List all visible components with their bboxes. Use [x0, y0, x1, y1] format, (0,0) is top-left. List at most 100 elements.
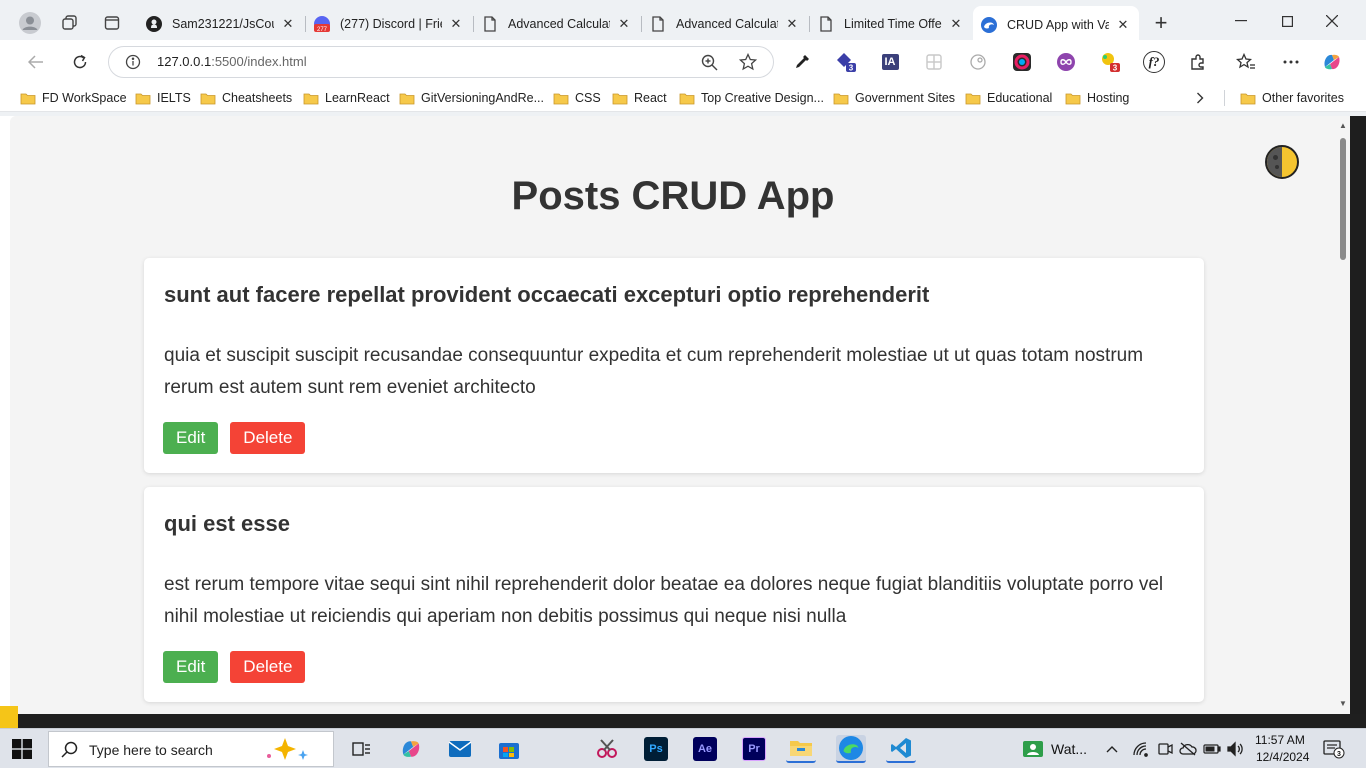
taskbar-search[interactable]: Type here to search — [48, 731, 334, 767]
network-icon[interactable] — [1130, 735, 1152, 763]
back-arrow-icon[interactable] — [22, 48, 50, 76]
delete-button[interactable]: Delete — [230, 651, 306, 683]
other-favorites[interactable]: Other favorites — [1240, 88, 1344, 108]
edit-button[interactable]: Edit — [163, 651, 219, 683]
page-icon — [482, 16, 498, 32]
window-close-icon[interactable] — [1319, 10, 1345, 32]
url-text: 127.0.0.1:5500/index.html — [157, 54, 307, 69]
scroll-down-icon[interactable]: ▼ — [1339, 700, 1347, 708]
clock-time[interactable]: 11:57 AM — [1255, 733, 1305, 747]
extension-icon-rocket[interactable] — [966, 50, 990, 74]
github-icon — [146, 16, 162, 32]
vscode-icon[interactable] — [886, 735, 916, 763]
post-title: sunt aut facere repellat provident occae… — [164, 282, 930, 307]
extension-icon-color[interactable] — [1010, 50, 1034, 74]
notification-icon[interactable]: 3 — [1320, 735, 1348, 763]
tab-github[interactable]: Sam231221/JsCours ✕ — [138, 8, 304, 40]
weather-label[interactable]: Wat... — [1051, 741, 1087, 757]
bookmark-folder[interactable]: Hosting — [1065, 88, 1129, 108]
site-info-icon[interactable] — [125, 54, 141, 70]
bookmark-folder[interactable]: Educational — [965, 88, 1052, 108]
more-menu-icon[interactable] — [1279, 50, 1303, 74]
clock-date[interactable]: 12/4/2024 — [1256, 750, 1309, 764]
extension-icon-bulb[interactable]: 3 — [1098, 50, 1122, 74]
bookmark-folder[interactable]: Government Sites — [833, 88, 955, 108]
copilot-icon[interactable] — [1320, 50, 1344, 74]
tab-discord[interactable]: 277 (277) Discord | Frien ✕ — [306, 8, 472, 40]
edge-taskbar-icon[interactable] — [836, 735, 866, 763]
tab-advanced-calculator-1[interactable]: Advanced Calculator ✕ — [474, 8, 640, 40]
bookmark-folder[interactable]: Top Creative Design... — [679, 88, 824, 108]
vertical-tabs-icon[interactable] — [99, 10, 125, 36]
puzzle-icon[interactable] — [1186, 50, 1210, 74]
eyedropper-icon[interactable] — [790, 50, 814, 74]
extension-label: IA — [881, 54, 899, 70]
new-tab-button[interactable]: + — [1148, 10, 1174, 36]
minimize-icon[interactable] — [1228, 10, 1254, 32]
chevron-up-icon[interactable] — [1102, 735, 1122, 763]
maximize-icon[interactable] — [1274, 10, 1300, 32]
address-bar[interactable]: 127.0.0.1:5500/index.html — [108, 46, 774, 78]
bookmark-label: GitVersioningAndRe... — [421, 91, 544, 105]
bookmark-folder[interactable]: GitVersioningAndRe... — [399, 88, 544, 108]
chevron-right-icon[interactable] — [1196, 88, 1204, 108]
post-actions: Edit Delete — [163, 651, 306, 683]
post-body: quia et suscipit suscipit recusandae con… — [164, 345, 1144, 398]
bookmark-label: FD WorkSpace — [42, 91, 127, 105]
cloud-off-icon[interactable] — [1177, 735, 1199, 763]
post-card: sunt aut facere repellat provident occae… — [144, 258, 1204, 473]
scroll-up-icon[interactable]: ▲ — [1339, 122, 1347, 130]
windows-start-icon[interactable] — [12, 739, 34, 761]
premiere-pro-icon[interactable]: Pr — [739, 735, 769, 763]
mail-icon[interactable] — [445, 735, 475, 763]
close-icon[interactable]: ✕ — [448, 16, 464, 32]
close-icon[interactable]: ✕ — [948, 16, 964, 32]
bookmark-label: Hosting — [1087, 91, 1130, 105]
volume-icon[interactable] — [1224, 735, 1246, 763]
photoshop-icon[interactable]: Ps — [641, 735, 671, 763]
folder-icon — [303, 93, 319, 104]
delete-button[interactable]: Delete — [230, 422, 306, 454]
battery-icon[interactable] — [1201, 735, 1223, 763]
bookmark-folder[interactable]: FD WorkSpace — [20, 88, 127, 108]
close-icon[interactable]: ✕ — [1115, 17, 1131, 33]
bookmark-folder[interactable]: Cheatsheets — [200, 88, 292, 108]
close-icon[interactable]: ✕ — [784, 16, 800, 32]
snipping-tool-icon[interactable] — [592, 735, 622, 763]
tab-advanced-calculator-2[interactable]: Advanced Calculator ✕ — [642, 8, 808, 40]
weather-icon[interactable] — [1018, 735, 1048, 763]
task-view-icon[interactable] — [346, 735, 376, 763]
page-scrollbar[interactable]: ▲ ▼ — [1336, 116, 1350, 714]
extension-icon-grid[interactable] — [922, 50, 946, 74]
tab-crud-app[interactable]: CRUD App with Van ✕ — [973, 6, 1139, 44]
profile-avatar[interactable] — [17, 10, 43, 36]
meet-now-icon[interactable] — [1154, 735, 1176, 763]
close-icon[interactable]: ✕ — [616, 16, 632, 32]
extension-icon-infinity[interactable] — [1054, 50, 1078, 74]
store-icon[interactable] — [494, 735, 524, 763]
workspaces-icon[interactable] — [57, 10, 83, 36]
bookmark-folder[interactable]: CSS — [553, 88, 601, 108]
extension-icon-ia[interactable]: IA — [878, 50, 902, 74]
close-icon[interactable]: ✕ — [280, 16, 296, 32]
file-explorer-icon[interactable] — [786, 735, 816, 763]
refresh-icon[interactable] — [66, 48, 94, 76]
after-effects-icon[interactable]: Ae — [690, 735, 720, 763]
edit-button[interactable]: Edit — [163, 422, 219, 454]
tab-title: Sam231221/JsCours — [172, 17, 274, 31]
favorite-star-icon[interactable] — [739, 53, 757, 71]
copilot-taskbar-icon[interactable] — [396, 735, 426, 763]
bookmark-label: LearnReact — [325, 91, 390, 105]
bookmark-folder[interactable]: IELTS — [135, 88, 191, 108]
zoom-icon[interactable] — [701, 54, 718, 71]
bookmarks-bar: FD WorkSpace IELTS Cheatsheets LearnReac… — [0, 84, 1366, 112]
bookmark-folder[interactable]: React — [612, 88, 667, 108]
scroll-thumb[interactable] — [1340, 138, 1346, 260]
extension-icon-formula[interactable]: f? — [1142, 50, 1166, 74]
bookmark-folder[interactable]: LearnReact — [303, 88, 390, 108]
page-icon — [818, 16, 834, 32]
extension-icon-diamond[interactable]: 3 — [834, 50, 858, 74]
tab-limited-offer[interactable]: Limited Time Offer ✕ — [810, 8, 972, 40]
favorites-icon[interactable] — [1234, 50, 1258, 74]
toolbar: 127.0.0.1:5500/index.html 3 IA 3 f? — [0, 40, 1366, 84]
